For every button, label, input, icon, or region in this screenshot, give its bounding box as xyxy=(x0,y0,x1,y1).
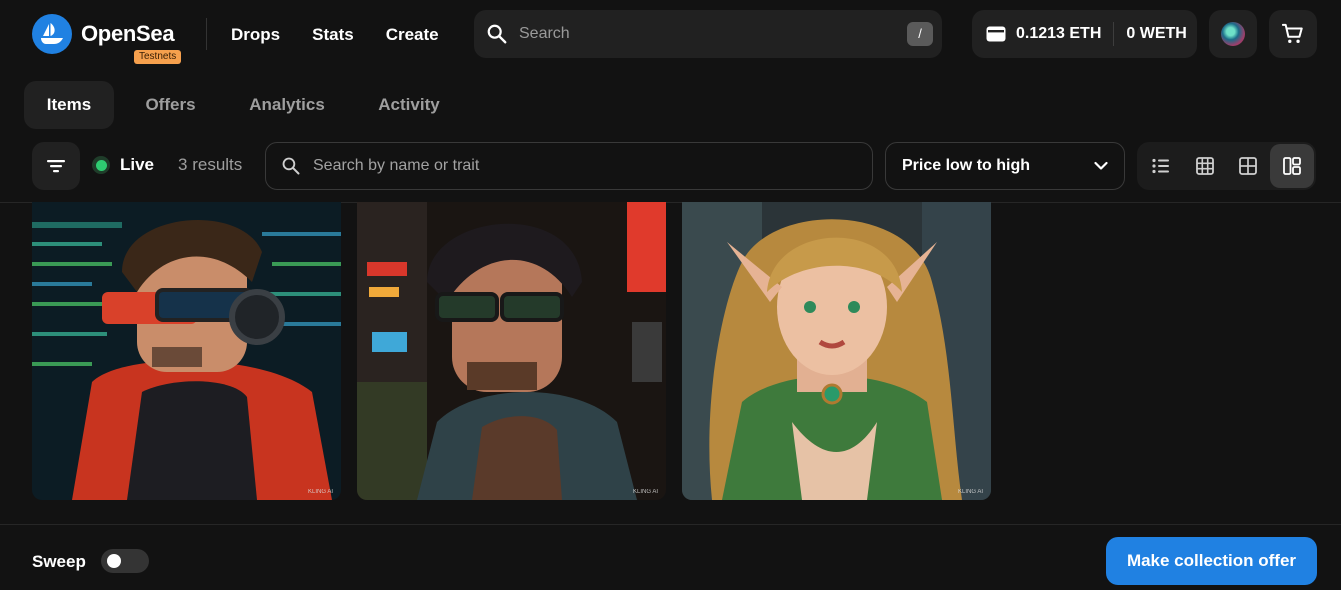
large-grid-icon xyxy=(1239,157,1258,175)
profile-button[interactable] xyxy=(1209,10,1257,58)
tab-items[interactable]: Items xyxy=(24,81,114,129)
cart-icon xyxy=(1282,23,1303,43)
footer-divider xyxy=(0,524,1341,525)
watermark: KLING AI xyxy=(957,489,983,495)
chevron-down-icon xyxy=(1094,161,1108,170)
main-nav: Drops Stats Create xyxy=(231,25,439,45)
trait-search-input[interactable]: Search by name or trait xyxy=(265,142,873,190)
search-placeholder: Search xyxy=(519,25,570,42)
watermark: KLING AI xyxy=(632,489,658,495)
global-search-input[interactable]: Search / xyxy=(474,10,942,58)
nft-image xyxy=(357,202,666,500)
nft-image xyxy=(32,202,341,500)
network-badge: Testnets xyxy=(134,50,182,64)
tab-activity[interactable]: Activity xyxy=(347,81,471,129)
toggle-knob xyxy=(107,554,121,568)
opensea-boat-icon xyxy=(32,14,72,54)
filter-toggle-button[interactable] xyxy=(32,142,80,190)
brand-logo[interactable]: OpenSea xyxy=(32,14,175,54)
mosaic-view-icon xyxy=(1283,157,1302,175)
nav-create[interactable]: Create xyxy=(386,25,439,45)
nav-divider xyxy=(206,18,207,50)
mosaic-view-button[interactable] xyxy=(1270,144,1314,188)
live-label: Live xyxy=(120,155,155,174)
avatar xyxy=(1221,22,1245,46)
nft-card[interactable]: KLING AI xyxy=(32,202,341,500)
eth-balance: 0.1213 ETH xyxy=(1016,25,1102,42)
brand-name: OpenSea xyxy=(81,21,175,46)
list-view-button[interactable] xyxy=(1139,144,1183,188)
sweep-toggle[interactable] xyxy=(101,549,149,573)
make-collection-offer-button[interactable]: Make collection offer xyxy=(1106,537,1317,585)
sort-selected-value: Price low to high xyxy=(902,157,1031,174)
nft-image xyxy=(682,202,991,500)
large-grid-view-button[interactable] xyxy=(1227,144,1271,188)
results-count: 3 results xyxy=(178,155,243,174)
watermark: KLING AI xyxy=(307,489,333,495)
search-shortcut-key: / xyxy=(907,22,933,46)
wallet-divider xyxy=(1113,22,1115,46)
search-icon xyxy=(487,24,507,44)
list-view-icon xyxy=(1152,158,1169,174)
view-mode-switcher xyxy=(1137,142,1316,190)
trait-search-placeholder: Search by name or trait xyxy=(313,157,480,174)
sweep-label: Sweep xyxy=(32,552,86,571)
filter-icon xyxy=(47,160,65,173)
nft-card[interactable]: KLING AI xyxy=(682,202,991,500)
nft-card[interactable]: KLING AI xyxy=(357,202,666,500)
nav-drops[interactable]: Drops xyxy=(231,25,280,45)
tab-offers[interactable]: Offers xyxy=(114,81,227,129)
search-icon xyxy=(282,157,300,175)
tab-analytics[interactable]: Analytics xyxy=(227,81,347,129)
small-grid-view-button[interactable] xyxy=(1183,144,1227,188)
wallet-icon xyxy=(986,26,1006,42)
wallet-balance[interactable]: 0.1213 ETH 0 WETH xyxy=(972,10,1197,58)
nav-stats[interactable]: Stats xyxy=(312,25,354,45)
small-grid-icon xyxy=(1195,157,1214,175)
cart-button[interactable] xyxy=(1269,10,1317,58)
sort-select[interactable]: Price low to high xyxy=(885,142,1125,190)
top-navigation: OpenSea Testnets Drops Stats Create Sear… xyxy=(0,0,1341,70)
live-indicator-icon xyxy=(92,156,110,174)
weth-balance: 0 WETH xyxy=(1126,25,1187,42)
collection-tabs: Items Offers Analytics Activity xyxy=(24,81,471,129)
live-status: Live 3 results xyxy=(92,155,242,175)
